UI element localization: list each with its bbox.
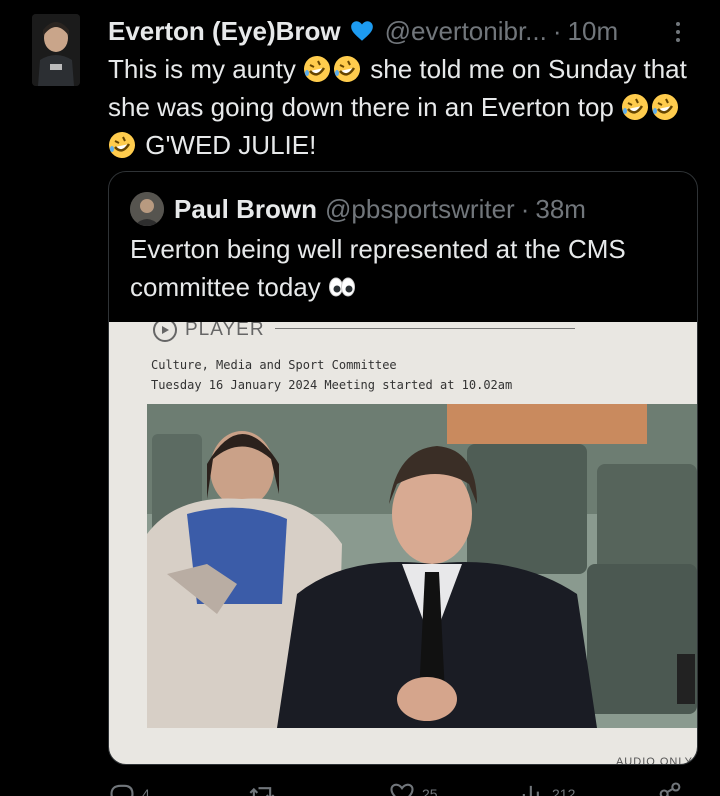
quoted-author-avatar[interactable]: [130, 192, 164, 226]
like-button[interactable]: 25: [388, 780, 438, 796]
reply-count: 4: [142, 786, 150, 796]
reply-icon: [110, 784, 134, 796]
play-icon: [153, 322, 177, 342]
tweet-actions: 4 25 212: [108, 780, 708, 796]
audio-only-label[interactable]: AUDIO ONLY: [616, 756, 693, 764]
author-display-name[interactable]: Everton (Eye)Brow: [108, 16, 341, 47]
tweet-text-part-1: This is my aunty: [108, 54, 304, 84]
rofl-emoji-icon: [334, 56, 361, 82]
video-frame: [147, 404, 697, 728]
like-count: 25: [422, 786, 438, 796]
player-logo: PLAYER: [153, 322, 265, 342]
author-avatar[interactable]: [32, 14, 80, 86]
rofl-emoji-icon: [652, 94, 679, 120]
quoted-text: Everton being well represented at the CM…: [130, 234, 626, 302]
tweet-text-part-3: G'WED JULIE!: [138, 130, 317, 160]
quoted-tweet-text: Everton being well represented at the CM…: [130, 230, 690, 306]
timestamp[interactable]: 10m: [568, 16, 619, 47]
views-icon: [522, 785, 539, 796]
tweet-text: This is my aunty she told me on Sunday t…: [108, 50, 698, 164]
quoted-tweet[interactable]: Paul Brown @pbsportswriter · 38m Everton…: [108, 171, 698, 765]
retweet-icon: [249, 787, 275, 796]
tweet-header: Everton (Eye)Brow @evertonibr... · 10m: [108, 12, 708, 50]
divider: [275, 328, 575, 329]
more-options-icon[interactable]: [668, 18, 688, 46]
meeting-info: Tuesday 16 January 2024 Meeting started …: [151, 378, 513, 392]
rofl-emoji-icon: [304, 56, 331, 82]
share-icon: [659, 782, 681, 796]
quoted-timestamp[interactable]: 38m: [535, 194, 586, 225]
committee-name: Culture, Media and Sport Committee: [151, 358, 397, 372]
rofl-emoji-icon: [622, 94, 649, 120]
separator-dot: ·: [552, 15, 562, 46]
quoted-author-display-name[interactable]: Paul Brown: [174, 194, 317, 225]
tweet[interactable]: Everton (Eye)Brow @evertonibr... · 10m T…: [108, 12, 708, 164]
quoted-tweet-header: Paul Brown @pbsportswriter · 38m: [130, 192, 586, 226]
author-handle[interactable]: @evertonibr...: [385, 16, 547, 47]
rofl-emoji-icon: [109, 132, 135, 158]
quoted-author-handle[interactable]: @pbsportswriter: [325, 194, 515, 225]
separator-dot: ·: [520, 193, 530, 224]
views-count: 212: [552, 786, 576, 796]
reply-button[interactable]: 4: [108, 780, 150, 796]
retweet-button[interactable]: [248, 780, 282, 796]
heart-icon: [390, 783, 414, 796]
share-button[interactable]: [656, 780, 684, 796]
quoted-media-image[interactable]: PLAYER Culture, Media and Sport Committe…: [109, 322, 697, 764]
views-button[interactable]: 212: [518, 780, 575, 796]
blue-heart-icon: [349, 18, 375, 44]
eyes-emoji-icon: [328, 277, 355, 297]
player-label: PLAYER: [185, 322, 265, 340]
